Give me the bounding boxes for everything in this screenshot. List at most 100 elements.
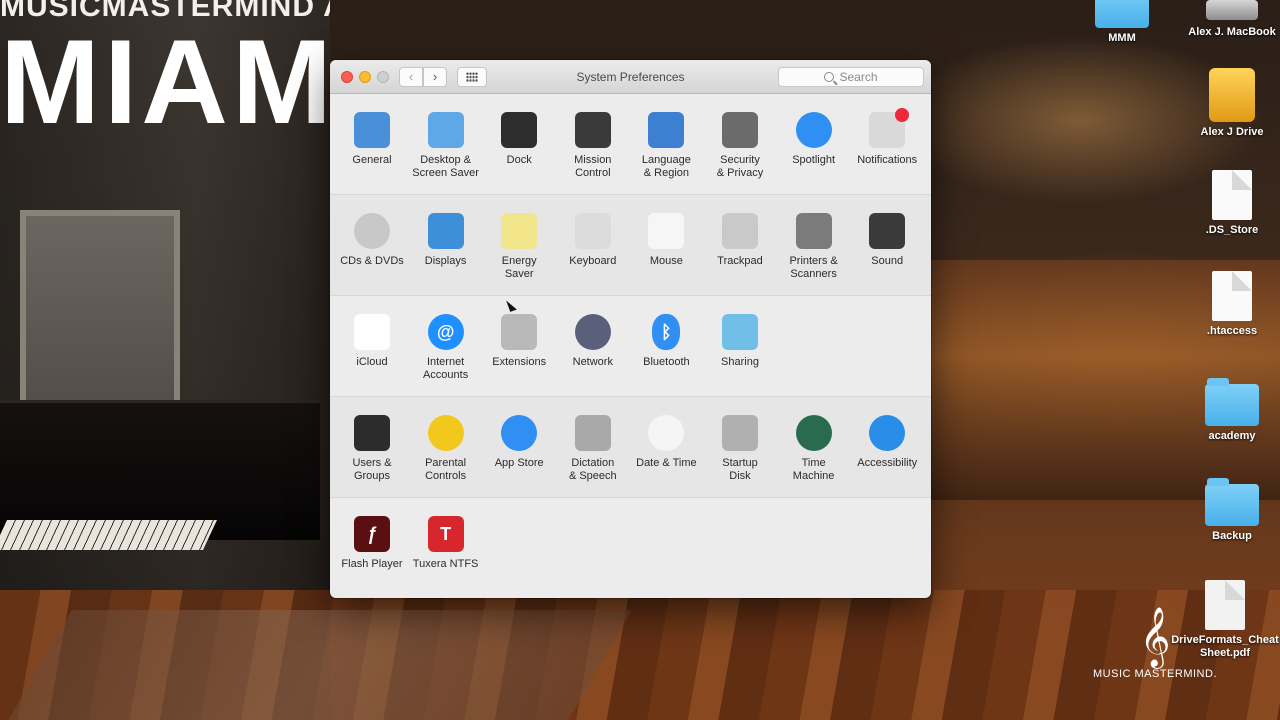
pref-pane-keyboard[interactable]: Keyboard (556, 213, 630, 268)
displays-icon (427, 213, 464, 249)
energy-saver-icon (501, 213, 538, 249)
mouse-icon (648, 213, 685, 249)
pref-pane-users-groups[interactable]: Users & Groups (335, 415, 409, 482)
desktop-item-label: Alex J. MacBook (1188, 26, 1276, 38)
pref-pane-notifications[interactable]: Notifications (850, 108, 924, 167)
icloud-icon (354, 314, 390, 350)
wallpaper-academy-text: MUSICMASTERMIND ACADEMY (0, 0, 330, 23)
pref-pane-label: Language & Region (641, 154, 691, 179)
pref-pane-label: Desktop & Screen Saver (412, 154, 479, 179)
pref-pane-printer-scanner[interactable]: Printers & Scanners (777, 213, 851, 280)
preferences-section: iCloud @ Internet Accounts Extensions Networ… (330, 296, 931, 397)
window-titlebar[interactable]: ‹ › System Preferences Search (330, 60, 931, 94)
pref-pane-label: Network (572, 356, 613, 368)
startup-disk-icon (722, 415, 758, 451)
pref-pane-startup-disk[interactable]: Startup Disk (703, 415, 777, 482)
desktop-item-ds-store[interactable]: .DS_Store (1177, 170, 1280, 236)
pref-pane-label: Extensions (492, 356, 547, 368)
desktop-item-label: Alex J Drive (1200, 126, 1264, 138)
music-mastermind-logo: 𝄞 MUSIC MASTERMIND. (1092, 606, 1218, 680)
wallpaper-rug (8, 610, 632, 720)
folder-icon (1205, 378, 1259, 426)
pref-pane-dictation-speech[interactable]: Dictation & Speech (556, 415, 630, 482)
desktop-item-alex-drive[interactable]: Alex J Drive (1177, 68, 1280, 138)
pref-pane-spotlight[interactable]: Spotlight (777, 112, 851, 167)
pref-pane-time-machine[interactable]: Time Machine (777, 415, 851, 482)
language-region-icon (648, 112, 685, 148)
pref-pane-internet-accounts[interactable]: @ Internet Accounts (409, 314, 483, 381)
sharing-icon (722, 314, 758, 350)
pref-pane-date-time[interactable]: Date & Time (629, 415, 703, 470)
pref-pane-label: App Store (494, 457, 544, 469)
pref-pane-parental-controls[interactable]: Parental Controls (409, 415, 483, 482)
pref-pane-security-privacy[interactable]: Security & Privacy (703, 112, 777, 179)
cd-dvd-icon (354, 213, 390, 249)
treble-clef-icon: 𝄞 (1139, 607, 1171, 667)
desktop-item-mmm[interactable]: MMM (1067, 0, 1177, 44)
pref-pane-trackpad[interactable]: Trackpad (703, 213, 777, 268)
sound-icon (869, 213, 906, 249)
extensions-icon (501, 314, 538, 350)
desktop-item-label: academy (1208, 430, 1256, 442)
pref-pane-mouse[interactable]: Mouse (629, 213, 703, 268)
pref-pane-accessibility[interactable]: Accessibility (850, 415, 924, 470)
preferences-section: Users & Groups Parental Controls App Store… (330, 397, 931, 498)
pref-pane-network[interactable]: Network (556, 314, 630, 369)
pref-pane-cd-dvd[interactable]: CDs & DVDs (335, 213, 409, 268)
pref-pane-label: Trackpad (717, 255, 763, 267)
security-privacy-icon (722, 112, 758, 148)
pref-pane-icloud[interactable]: iCloud (335, 314, 409, 369)
search-field[interactable]: Search (778, 67, 924, 87)
internet-accounts-icon: @ (427, 314, 464, 350)
desktop-item-macbook-disk[interactable]: Alex J. MacBook (1177, 0, 1280, 38)
pref-pane-extensions[interactable]: Extensions (482, 314, 556, 369)
dictation-speech-icon (574, 415, 611, 451)
trackpad-icon (722, 213, 758, 249)
date-time-icon (648, 415, 685, 451)
pref-pane-dock[interactable]: Dock (482, 112, 556, 167)
wallpaper-city-text: MIAMI (0, 22, 330, 142)
pref-pane-tuxera-ntfs[interactable]: T Tuxera NTFS (409, 516, 483, 571)
folder-icon (1205, 478, 1259, 526)
pref-pane-label: Parental Controls (425, 457, 467, 482)
wallpaper-piano (0, 400, 320, 540)
folder-icon (1095, 0, 1149, 28)
parental-controls-icon (427, 415, 464, 451)
pref-pane-label: Time Machine (792, 457, 835, 482)
pref-pane-flash-player[interactable]: ƒ Flash Player (335, 516, 409, 571)
pref-pane-label: Keyboard (569, 255, 617, 267)
pref-pane-sound[interactable]: Sound (850, 213, 924, 268)
pref-pane-displays[interactable]: Displays (409, 213, 483, 268)
desktop-item-backup[interactable]: Backup (1177, 478, 1280, 542)
pref-pane-label: Sharing (721, 356, 759, 368)
flash-player-icon: ƒ (354, 516, 390, 552)
pref-pane-label: Energy Saver (501, 255, 537, 280)
pref-pane-label: Sound (871, 255, 904, 267)
pref-pane-mission-control[interactable]: Mission Control (556, 112, 630, 179)
hard-drive-icon (1206, 0, 1258, 20)
dock-icon (501, 112, 538, 148)
pref-pane-desktop-screensaver[interactable]: Desktop & Screen Saver (409, 112, 483, 179)
pref-pane-energy-saver[interactable]: Energy Saver (482, 213, 556, 280)
desktop-item-academy[interactable]: academy (1177, 378, 1280, 442)
document-icon (1212, 170, 1252, 220)
preferences-section: General Desktop & Screen Saver Dock Mission… (330, 94, 931, 195)
users-groups-icon (354, 415, 390, 451)
mission-control-icon (574, 112, 611, 148)
desktop-item-htaccess[interactable]: .htaccess (1177, 271, 1280, 337)
pref-pane-sharing[interactable]: Sharing (703, 314, 777, 369)
printer-scanner-icon (795, 213, 832, 249)
preferences-grid: General Desktop & Screen Saver Dock Mission… (330, 94, 931, 598)
pref-pane-label: Accessibility (857, 457, 918, 469)
pref-pane-label: Notifications (857, 154, 918, 166)
pref-pane-bluetooth[interactable]: ᛒ Bluetooth (629, 314, 703, 369)
spotlight-icon (795, 112, 832, 148)
pref-pane-label: Printers & Scanners (789, 255, 838, 280)
search-placeholder: Search (839, 70, 878, 84)
pref-pane-language-region[interactable]: Language & Region (629, 112, 703, 179)
pref-pane-general[interactable]: General (335, 112, 409, 167)
pref-pane-label: Mouse (649, 255, 683, 267)
pref-pane-label: Startup Disk (722, 457, 758, 482)
pref-pane-app-store[interactable]: App Store (482, 415, 556, 470)
pref-pane-label: General (352, 154, 392, 166)
